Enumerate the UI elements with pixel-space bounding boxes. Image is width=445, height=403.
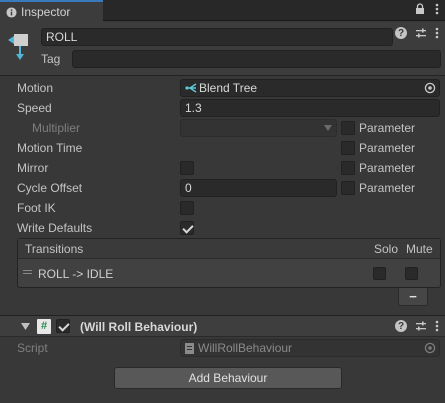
transitions-list: Transitions Solo Mute ROLL -> IDLE [17,238,441,288]
speed-label: Speed [17,101,52,115]
transition-item[interactable]: ROLL -> IDLE [18,259,440,288]
foot-ik-checkbox[interactable] [180,201,194,215]
state-name-field[interactable]: ROLL [41,28,393,46]
mirror-label: Mirror [17,161,49,175]
motion-row: Motion Blend Tree [0,78,445,98]
blend-tree-icon [185,83,197,93]
behaviour-title: (Will Roll Behaviour) [80,320,198,334]
info-icon [6,6,17,18]
target-icon [424,342,436,354]
transitions-header: Transitions Solo Mute [18,239,440,259]
sliders-icon[interactable] [415,320,427,332]
motion-value: Blend Tree [199,81,258,95]
foot-ik-label: Foot IK [17,201,56,215]
remove-transition-button[interactable]: − [398,288,428,306]
drag-handle-icon[interactable] [23,270,32,275]
tag-field[interactable] [72,50,441,68]
transitions-title: Transitions [25,242,84,256]
help-icon[interactable]: ? [395,320,407,332]
mirror-row: Mirror Parameter [0,158,445,178]
mute-column-label: Mute [406,242,433,256]
speed-field[interactable]: 1.3 [180,99,440,117]
cycle-offset-parameter-checkbox[interactable] [341,181,355,195]
mirror-checkbox[interactable] [180,161,194,175]
foot-ik-row: Foot IK [0,198,445,218]
cycle-offset-parameter-label: Parameter [359,181,416,195]
cycle-offset-field[interactable]: 0 [180,179,337,197]
multiplier-parameter-checkbox[interactable] [341,121,355,135]
script-value: WillRollBehaviour [198,341,293,355]
kebab-menu-icon[interactable] [435,3,439,15]
triangle-down-icon[interactable] [21,323,30,330]
write-defaults-row: Write Defaults [0,218,445,238]
remove-transition-label: − [409,289,417,304]
write-defaults-label: Write Defaults [17,221,93,235]
speed-row: Speed 1.3 [0,98,445,118]
write-defaults-checkbox[interactable] [180,221,194,235]
triangle-down-icon [324,125,332,131]
script-row: Script WillRollBehaviour [0,338,445,358]
multiplier-row: Multiplier Parameter [0,118,445,138]
transition-label: ROLL -> IDLE [38,267,114,281]
transition-mute-checkbox[interactable] [405,267,418,280]
motion-field[interactable]: Blend Tree [180,79,440,97]
script-icon: # [37,319,51,334]
animator-state-icon [8,34,28,60]
target-icon[interactable] [424,82,436,94]
motion-label: Motion [17,81,54,95]
tab-label: Inspector [21,5,71,19]
lock-icon[interactable] [415,3,425,15]
mirror-parameter-label: Parameter [359,161,416,175]
add-behaviour-button[interactable]: Add Behaviour [114,367,342,389]
kebab-menu-icon[interactable] [435,320,439,332]
mirror-parameter-checkbox[interactable] [341,161,355,175]
motion-time-row: Motion Time Parameter [0,138,445,158]
multiplier-parameter-label: Parameter [359,121,416,135]
multiplier-dropdown [180,119,337,137]
solo-column-label: Solo [374,242,399,256]
inspector-header: ROLL Tag ? [0,22,445,76]
sliders-icon[interactable] [415,27,427,39]
behaviour-enabled-checkbox[interactable] [56,319,70,333]
transition-solo-checkbox[interactable] [373,267,386,280]
motion-time-parameter-checkbox[interactable] [341,141,355,155]
script-field: WillRollBehaviour [180,339,440,357]
behaviour-header[interactable]: # (Will Roll Behaviour) ? [0,315,445,337]
tab-bar: Inspector [0,0,445,22]
script-label: Script [17,341,48,355]
motion-time-label: Motion Time [17,141,83,155]
kebab-menu-icon[interactable] [435,27,439,39]
script-icon [185,343,194,354]
help-icon[interactable]: ? [395,27,407,39]
cycle-offset-label: Cycle Offset [17,181,83,195]
cycle-offset-row: Cycle Offset 0 Parameter [0,178,445,198]
motion-time-parameter-label: Parameter [359,141,416,155]
tag-label: Tag [41,52,61,66]
multiplier-label: Multiplier [32,121,81,135]
tab-inspector[interactable]: Inspector [0,0,103,22]
